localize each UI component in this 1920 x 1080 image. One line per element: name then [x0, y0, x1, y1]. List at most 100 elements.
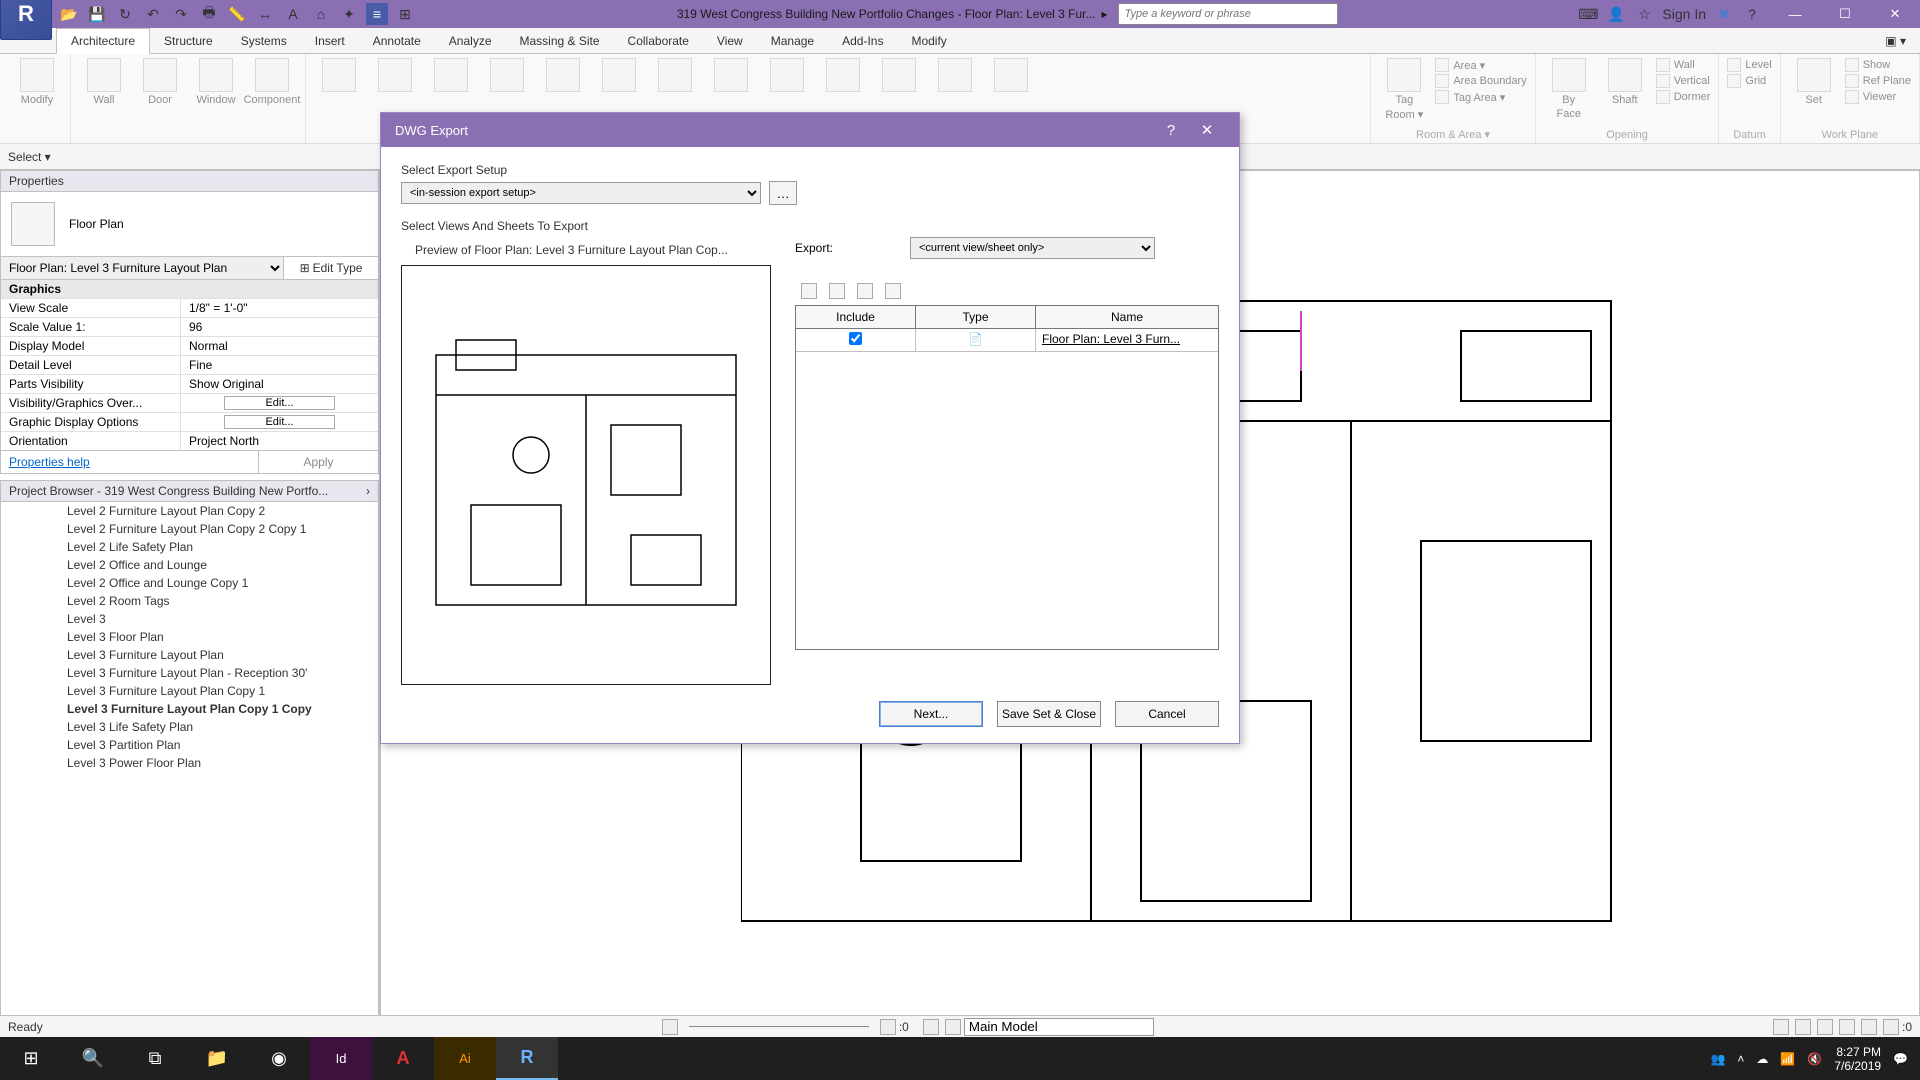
- signin-button[interactable]: Sign In: [1662, 4, 1706, 24]
- tree-item[interactable]: Level 2 Life Safety Plan: [1, 538, 378, 556]
- star-icon[interactable]: ☆: [1634, 4, 1654, 24]
- tab-collaborate[interactable]: Collaborate: [614, 29, 703, 53]
- col-name[interactable]: Name: [1036, 306, 1218, 328]
- clock[interactable]: 8:27 PM7/6/2019: [1834, 1045, 1881, 1073]
- tree-item[interactable]: Level 3 Furniture Layout Plan - Receptio…: [1, 664, 378, 682]
- tree-item[interactable]: Level 2 Furniture Layout Plan Copy 2 Cop…: [1, 520, 378, 538]
- rename-icon[interactable]: [857, 283, 873, 299]
- table-row[interactable]: 📄 Floor Plan: Level 3 Furn...: [796, 329, 1218, 352]
- edit-button[interactable]: Edit...: [224, 396, 334, 410]
- filter1-icon[interactable]: [1773, 1019, 1789, 1035]
- wall-open-button[interactable]: Wall: [1656, 58, 1711, 72]
- project-browser[interactable]: Level 2 Furniture Layout Plan Copy 2Leve…: [0, 502, 379, 1020]
- property-row[interactable]: Parts VisibilityShow Original: [1, 374, 378, 393]
- indesign-button[interactable]: Id: [310, 1037, 372, 1080]
- maximize-button[interactable]: ☐: [1820, 0, 1870, 28]
- dialog-help-icon[interactable]: ?: [1153, 122, 1189, 139]
- minimize-button[interactable]: —: [1770, 0, 1820, 28]
- tab-structure[interactable]: Structure: [150, 29, 227, 53]
- tree-item[interactable]: Level 2 Furniture Layout Plan Copy 2: [1, 502, 378, 520]
- start-button[interactable]: ⊞: [0, 1037, 62, 1080]
- tree-item[interactable]: Level 3: [1, 610, 378, 628]
- thin-lines-icon[interactable]: ≡: [366, 3, 388, 25]
- modify-button[interactable]: Modify: [12, 58, 62, 106]
- sync-icon[interactable]: ↻: [114, 3, 136, 25]
- save-icon[interactable]: 💾: [86, 3, 108, 25]
- tab-analyze[interactable]: Analyze: [435, 29, 506, 53]
- next-button[interactable]: Next...: [879, 701, 983, 727]
- autocad-button[interactable]: A: [372, 1037, 434, 1080]
- exchange-icon[interactable]: ✖: [1714, 4, 1734, 24]
- 3d-icon[interactable]: ⌂: [310, 3, 332, 25]
- main-model-input[interactable]: [964, 1018, 1154, 1036]
- user-icon[interactable]: 👤: [1606, 4, 1626, 24]
- door-button[interactable]: Door: [135, 58, 185, 106]
- tree-item[interactable]: Level 2 Office and Lounge: [1, 556, 378, 574]
- tab-manage[interactable]: Manage: [757, 29, 828, 53]
- tray-up-icon[interactable]: ˄: [1737, 1052, 1744, 1066]
- window-button[interactable]: Window: [191, 58, 241, 106]
- print-icon[interactable]: 🖶: [198, 3, 220, 25]
- dialog-titlebar[interactable]: DWG Export ? ✕: [381, 113, 1239, 147]
- tree-item[interactable]: Level 3 Furniture Layout Plan Copy 1 Cop…: [1, 700, 378, 718]
- property-row[interactable]: Visibility/Graphics Over...Edit...: [1, 393, 378, 412]
- help-icon[interactable]: ?: [1742, 4, 1762, 24]
- tag-button[interactable]: TagRoom ▾: [1379, 58, 1429, 121]
- keyboard-icon[interactable]: ⌨: [1578, 4, 1598, 24]
- text-icon[interactable]: A: [282, 3, 304, 25]
- tab-insert[interactable]: Insert: [301, 29, 359, 53]
- edit-button[interactable]: Edit...: [224, 415, 334, 429]
- filter2-icon[interactable]: [1795, 1019, 1811, 1035]
- property-row[interactable]: View Scale1/8" = 1'-0": [1, 298, 378, 317]
- show-button[interactable]: Show: [1845, 58, 1911, 72]
- chrome-button[interactable]: ◉: [248, 1037, 310, 1080]
- project-browser-header[interactable]: Project Browser - 319 West Congress Buil…: [0, 480, 379, 502]
- tree-item[interactable]: Level 3 Partition Plan: [1, 736, 378, 754]
- close-button[interactable]: ✕: [1870, 0, 1920, 28]
- measure-icon[interactable]: 📏: [226, 3, 248, 25]
- property-row[interactable]: Detail LevelFine: [1, 355, 378, 374]
- section-icon[interactable]: ✦: [338, 3, 360, 25]
- setup-options-button[interactable]: …: [769, 181, 797, 205]
- apply-button[interactable]: Apply: [258, 451, 378, 473]
- include-checkbox[interactable]: [849, 332, 862, 345]
- export-scope-select[interactable]: <current view/sheet only>: [910, 237, 1155, 259]
- tree-item[interactable]: Level 3 Furniture Layout Plan Copy 1: [1, 682, 378, 700]
- filter4-icon[interactable]: [1839, 1019, 1855, 1035]
- app-menu-button[interactable]: R: [0, 0, 52, 40]
- search-button[interactable]: 🔍: [62, 1037, 124, 1080]
- filter6-icon[interactable]: [1883, 1019, 1899, 1035]
- properties-header[interactable]: Properties: [0, 170, 379, 192]
- property-row[interactable]: Scale Value 1:96: [1, 317, 378, 336]
- by-face-button[interactable]: ByFace: [1544, 58, 1594, 120]
- properties-help-link[interactable]: Properties help: [1, 451, 258, 473]
- tab-systems[interactable]: Systems: [227, 29, 301, 53]
- undo-icon[interactable]: ↶: [142, 3, 164, 25]
- property-row[interactable]: OrientationProject North: [1, 431, 378, 450]
- new-set-icon[interactable]: [801, 283, 817, 299]
- tree-item[interactable]: Level 3 Power Floor Plan: [1, 754, 378, 772]
- grid-button[interactable]: Grid: [1727, 74, 1771, 88]
- wifi-icon[interactable]: 📶: [1780, 1052, 1795, 1066]
- ribbon-minimize-icon[interactable]: ▣ ▾: [1871, 29, 1920, 53]
- vertical-button[interactable]: Vertical: [1656, 74, 1711, 88]
- dialog-close-icon[interactable]: ✕: [1189, 121, 1225, 139]
- tree-item[interactable]: Level 3 Furniture Layout Plan: [1, 646, 378, 664]
- edit-type-button[interactable]: ⊞ Edit Type: [283, 257, 378, 279]
- type-selector[interactable]: Floor Plan: [69, 217, 124, 231]
- save-set-button[interactable]: Save Set & Close: [997, 701, 1101, 727]
- shaft-button[interactable]: Shaft: [1600, 58, 1650, 106]
- property-row[interactable]: Display ModelNormal: [1, 336, 378, 355]
- wall-button[interactable]: Wall: [79, 58, 129, 106]
- workset-icon[interactable]: [662, 1019, 678, 1035]
- tree-item[interactable]: Level 2 Room Tags: [1, 592, 378, 610]
- redo-icon[interactable]: ↷: [170, 3, 192, 25]
- qat-more-icon[interactable]: »: [422, 3, 444, 25]
- viewer-button[interactable]: Viewer: [1845, 90, 1911, 104]
- tree-item[interactable]: Level 3 Floor Plan: [1, 628, 378, 646]
- model2-icon[interactable]: [945, 1019, 961, 1035]
- refplane-button[interactable]: Ref Plane: [1845, 74, 1911, 88]
- model-icon[interactable]: [923, 1019, 939, 1035]
- dup-set-icon[interactable]: [829, 283, 845, 299]
- set-button[interactable]: Set: [1789, 58, 1839, 106]
